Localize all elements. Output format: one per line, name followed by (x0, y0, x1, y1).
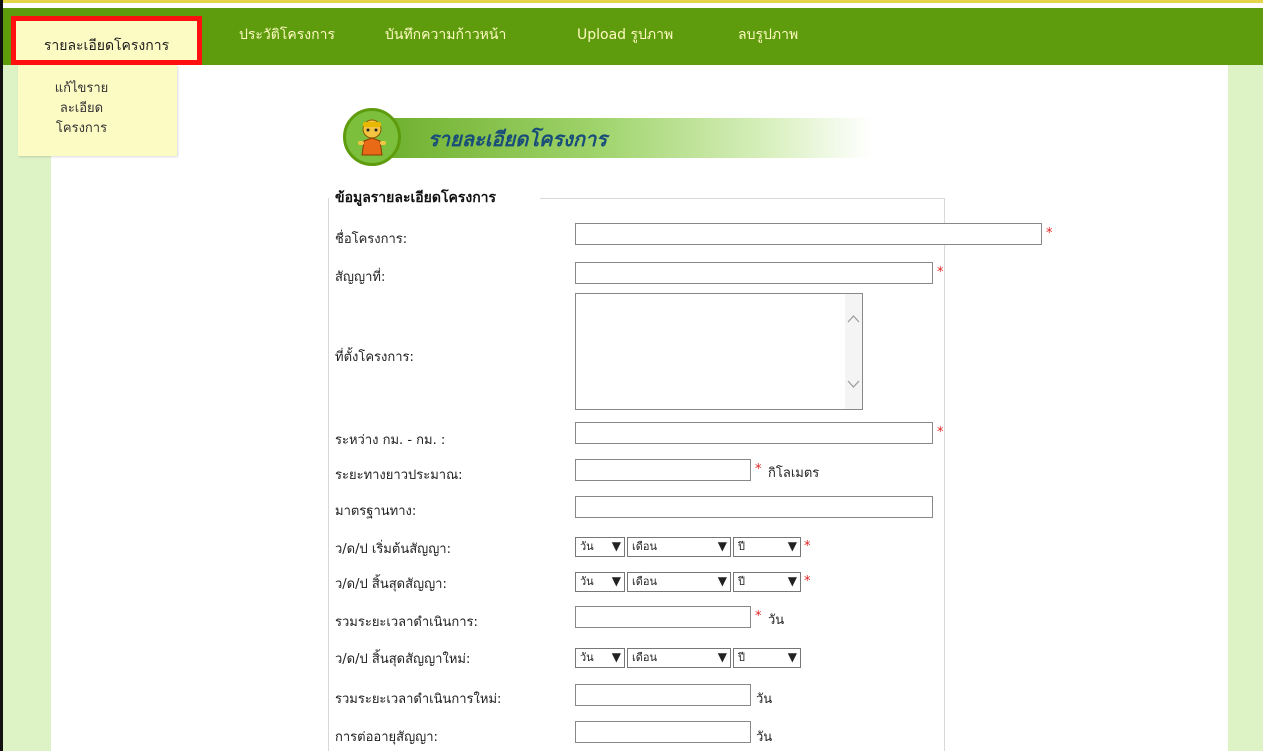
top-frame-line (0, 0, 1263, 3)
select-value: ปี (738, 540, 745, 553)
chevron-down-icon: ▼ (787, 574, 797, 588)
select-value: ปี (738, 575, 745, 588)
top-nav-bar: รายละเอียดโครงการ ประวัติโครงการ บันทึกค… (3, 8, 1263, 65)
nav-tab-upload-images[interactable]: Upload รูปภาพ (577, 23, 673, 47)
nav-tab-project-history[interactable]: ประวัติโครงการ (239, 23, 335, 47)
scroll-down-icon (847, 380, 860, 388)
end-date-label: ว/ด/ป สิ้นสุดสัญญา: (335, 577, 447, 592)
select-value: เดือน (632, 540, 658, 553)
scroll-up-icon (847, 315, 860, 323)
start-month-select[interactable]: เดือน ▼ (627, 537, 731, 557)
submenu-item-edit-details[interactable]: แก้ไขรายละเอียดโครงการ (44, 79, 119, 139)
fieldset-border-top (540, 198, 945, 199)
select-value: วัน (580, 651, 594, 664)
new-duration-unit: วัน (756, 692, 773, 707)
km-range-input[interactable] (575, 422, 933, 444)
select-value: วัน (580, 575, 594, 588)
select-value: เดือน (632, 651, 658, 664)
new-end-date-label: ว/ด/ป สิ้นสุดสัญญาใหม่: (335, 652, 471, 667)
contract-no-input[interactable] (575, 262, 933, 284)
submenu: แก้ไขรายละเอียดโครงการ (18, 65, 177, 156)
extension-unit: วัน (756, 730, 773, 745)
right-gutter (1228, 65, 1263, 751)
length-unit: กิโลเมตร (768, 466, 820, 481)
nav-tab-progress-log[interactable]: บันทึกความก้าวหน้า (385, 23, 506, 47)
new-duration-input[interactable] (575, 684, 751, 706)
chevron-down-icon: ▼ (717, 650, 727, 664)
new-end-month-select[interactable]: เดือน ▼ (627, 648, 731, 668)
extension-label: การต่ออายุสัญญา: (335, 730, 438, 745)
chevron-down-icon: ▼ (611, 539, 621, 553)
required-mark: * (804, 574, 811, 589)
length-label: ระยะทางยาวประมาณ: (335, 468, 463, 483)
project-name-input[interactable] (575, 223, 1042, 245)
road-standard-label: มาตรฐานทาง: (335, 504, 417, 519)
required-mark: * (937, 265, 944, 280)
required-mark: * (804, 539, 811, 554)
start-year-select[interactable]: ปี ▼ (733, 537, 801, 557)
select-value: ปี (738, 651, 745, 664)
project-name-label: ชื่อโครงการ: (335, 232, 408, 247)
new-duration-label: รวมระยะเวลาดำเนินการใหม่: (335, 692, 502, 707)
start-day-select[interactable]: วัน ▼ (575, 537, 625, 557)
new-end-year-select[interactable]: ปี ▼ (733, 648, 801, 668)
new-end-day-select[interactable]: วัน ▼ (575, 648, 625, 668)
select-value: เดือน (632, 575, 658, 588)
banner-title: รายละเอียดโครงการ (428, 127, 607, 151)
nav-tab-delete-images[interactable]: ลบรูปภาพ (738, 23, 798, 47)
required-mark: * (755, 462, 762, 477)
extension-input[interactable] (575, 721, 751, 743)
km-range-label: ระหว่าง กม. - กม. : (335, 433, 446, 448)
required-mark: * (1046, 226, 1053, 241)
start-date-label: ว/ด/ป เริ่มต้นสัญญา: (335, 542, 451, 557)
contract-no-label: สัญญาที่: (335, 270, 386, 285)
required-mark: * (937, 425, 944, 440)
nav-tab-label: รายละเอียดโครงการ (43, 38, 170, 54)
chevron-down-icon: ▼ (717, 574, 727, 588)
fieldset-border-left (328, 198, 329, 751)
location-textarea[interactable] (575, 293, 863, 410)
chevron-down-icon: ▼ (787, 539, 797, 553)
section-banner: รายละเอียดโครงการ (343, 108, 873, 166)
select-value: วัน (580, 540, 594, 553)
location-label: ที่ตั้งโครงการ: (335, 350, 414, 365)
required-mark: * (755, 609, 762, 624)
chevron-down-icon: ▼ (611, 650, 621, 664)
length-input[interactable] (575, 459, 751, 481)
fieldset-border-right (944, 198, 945, 751)
duration-label: รวมระยะเวลาดำเนินการ: (335, 615, 478, 630)
left-gutter (3, 65, 51, 751)
end-day-select[interactable]: วัน ▼ (575, 572, 625, 592)
chevron-down-icon: ▼ (787, 650, 797, 664)
nav-tab-project-details[interactable]: รายละเอียดโครงการ (11, 16, 202, 65)
duration-input[interactable] (575, 606, 751, 628)
textarea-scrollbar[interactable] (845, 294, 862, 409)
chevron-down-icon: ▼ (717, 539, 727, 553)
chevron-down-icon: ▼ (611, 574, 621, 588)
fieldset-legend: ข้อมูลรายละเอียดโครงการ (335, 190, 497, 206)
road-standard-input[interactable] (575, 496, 933, 518)
end-year-select[interactable]: ปี ▼ (733, 572, 801, 592)
end-month-select[interactable]: เดือน ▼ (627, 572, 731, 592)
mascot-icon (343, 108, 401, 166)
duration-unit: วัน (768, 613, 785, 628)
